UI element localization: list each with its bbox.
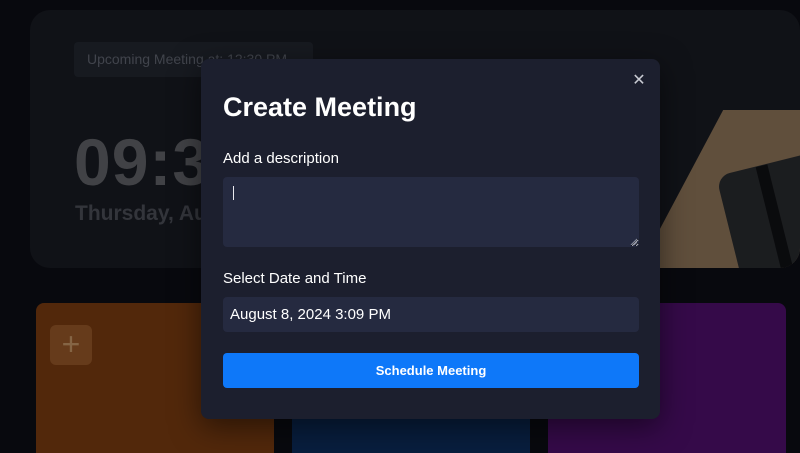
schedule-meeting-button[interactable]: Schedule Meeting bbox=[223, 353, 639, 388]
description-input[interactable] bbox=[223, 177, 639, 247]
meeting-page: Upcoming Meeting at: 12:30 PM 09:3 Thurs… bbox=[0, 0, 800, 453]
modal-title: Create Meeting bbox=[223, 92, 417, 122]
date-time-picker[interactable]: August 8, 2024 3:09 PM bbox=[223, 297, 639, 332]
description-label: Add a description bbox=[223, 150, 339, 167]
text-caret bbox=[233, 186, 234, 200]
close-icon[interactable]: ✕ bbox=[629, 71, 649, 91]
date-time-label: Select Date and Time bbox=[223, 270, 367, 287]
resize-grip-icon[interactable] bbox=[630, 238, 637, 245]
